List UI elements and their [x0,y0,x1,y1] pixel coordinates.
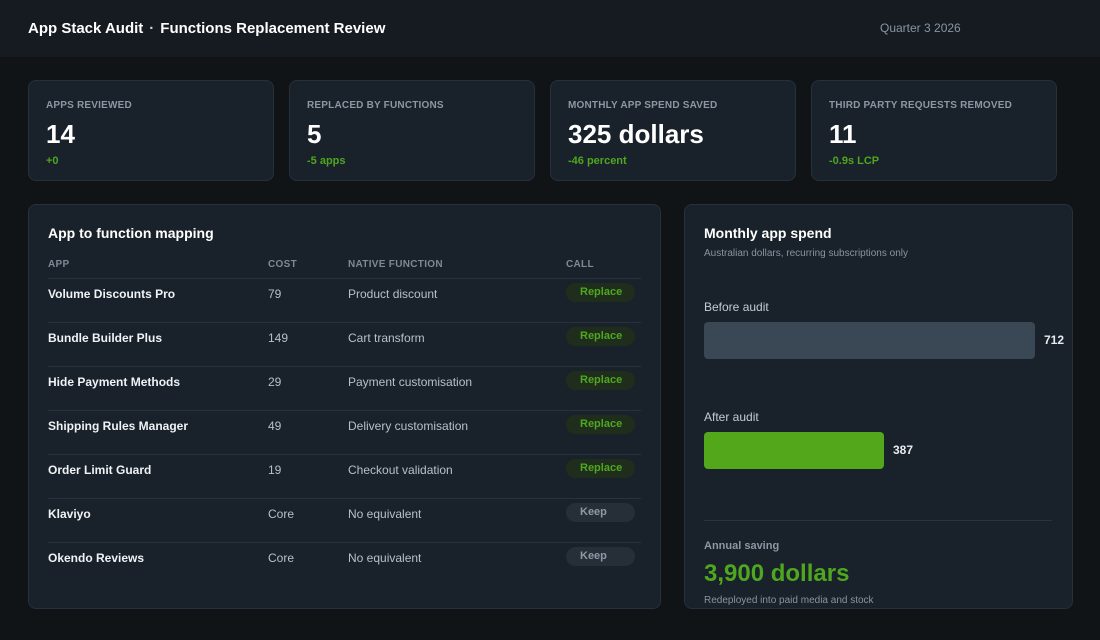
cell-cost: 49 [268,419,282,433]
spend-bar [704,432,884,469]
mapping-table-body: Volume Discounts Pro 79 Product discount Re… [48,279,641,587]
table-row: Volume Discounts Pro 79 Product discount Re… [48,279,641,323]
cell-native-function: Cart transform [348,331,425,345]
spend-panel: Monthly app spend Australian dollars, re… [684,204,1073,609]
title-separator: · [149,20,155,37]
table-row: Bundle Builder Plus 149 Cart transform Repl… [48,323,641,367]
kpi-delta: +0 [46,155,59,167]
cell-cost: 29 [268,375,282,389]
bar-label: Before audit [704,300,769,314]
kpi-card-spend-saved: MONTHLY APP SPEND SAVED 325 dollars -46 … [550,80,796,181]
kpi-card-apps-reviewed: APPS REVIEWED 14 +0 [28,80,274,181]
kpi-value: 5 [307,119,322,149]
cell-app: Volume Discounts Pro [48,287,176,301]
app-title: App Stack Audit [28,20,144,37]
mapping-title: App to function mapping [48,225,214,241]
page-title: App Stack Audit · Functions Replacement Re… [28,20,385,37]
replace-badge: Replace [566,371,635,390]
column-header-cost: COST [268,259,297,270]
column-header-app: APP [48,259,70,270]
table-header: APP COST NATIVE FUNCTION CALL [48,259,641,279]
cell-app: Order Limit Guard [48,463,152,477]
table-row: Klaviyo Core No equivalent Keep [48,499,641,543]
kpi-label: REPLACED BY FUNCTIONS [307,100,444,111]
cell-cost: 19 [268,463,282,477]
cell-app: Shipping Rules Manager [48,419,189,433]
table-row: Order Limit Guard 19 Checkout validation Re… [48,455,641,499]
cell-app: Okendo Reviews [48,551,145,565]
kpi-label: THIRD PARTY REQUESTS REMOVED [829,100,1013,111]
replace-badge: Replace [566,415,635,434]
table-row: Hide Payment Methods 29 Payment customisat… [48,367,641,411]
cell-native-function: Checkout validation [348,463,453,477]
spend-bar [704,322,1035,359]
cell-app: Klaviyo [48,507,91,521]
bar-value-label: 387 [893,443,914,457]
kpi-value: 14 [46,119,75,149]
cell-native-function: Product discount [348,287,438,301]
cell-cost: 79 [268,287,282,301]
cell-native-function: No equivalent [348,551,422,565]
kpi-card-requests-removed: THIRD PARTY REQUESTS REMOVED 11 -0.9s LC… [811,80,1057,181]
replace-badge: Replace [566,459,635,478]
period-label: Quarter 3 2026 [880,21,961,35]
annual-saving-note: Redeployed into paid media and stock [704,595,874,606]
spend-title: Monthly app spend [704,225,832,241]
cell-cost: Core [268,507,295,521]
mapping-panel: App to function mapping APP COST NATIVE … [28,204,661,609]
kpi-label: APPS REVIEWED [46,100,132,111]
spend-subtitle: Australian dollars, recurring subscripti… [704,248,908,259]
top-bar: App Stack Audit · Functions Replacement Re… [0,0,1100,57]
kpi-value: 325 dollars [568,119,704,149]
kpi-delta: -0.9s LCP [829,155,880,167]
keep-badge: Keep [566,547,635,566]
bar-value-label: 712 [1044,333,1065,347]
kpi-delta: -5 apps [307,155,346,167]
divider [704,520,1052,521]
table-row: Okendo Reviews Core No equivalent Keep [48,543,641,587]
kpi-card-replaced: REPLACED BY FUNCTIONS 5 -5 apps [289,80,535,181]
kpi-delta: -46 percent [568,155,627,167]
cell-app: Bundle Builder Plus [48,331,163,345]
cell-native-function: No equivalent [348,507,422,521]
review-title: Functions Replacement Review [160,20,386,37]
table-row: Shipping Rules Manager 49 Delivery customi… [48,411,641,455]
column-header-native-function: NATIVE FUNCTION [348,259,443,270]
kpi-label: MONTHLY APP SPEND SAVED [568,100,718,111]
cell-native-function: Payment customisation [348,375,473,389]
column-header-call: CALL [566,259,594,270]
replace-badge: Replace [566,327,635,346]
kpi-value: 11 [829,119,857,149]
bar-label: After audit [704,410,759,424]
replace-badge: Replace [566,283,635,302]
cell-cost: Core [268,551,295,565]
annual-saving-value: 3,900 dollars [704,560,850,587]
cell-cost: 149 [268,331,289,345]
annual-saving-label: Annual saving [704,540,780,552]
cell-app: Hide Payment Methods [48,375,181,389]
cell-native-function: Delivery customisation [348,419,469,433]
keep-badge: Keep [566,503,635,522]
